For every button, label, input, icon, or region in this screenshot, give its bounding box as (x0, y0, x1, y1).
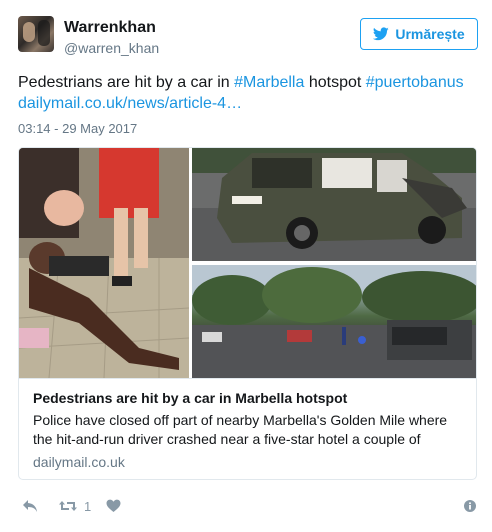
info-icon (464, 500, 476, 512)
reply-button[interactable] (22, 496, 38, 516)
twitter-bird-icon (373, 27, 390, 41)
like-icon (106, 499, 121, 512)
card-body[interactable]: Pedestrians are hit by a car in Marbella… (19, 378, 476, 479)
user-handle[interactable]: @warren_khan (64, 40, 159, 56)
user-name[interactable]: Warrenkhan (64, 19, 156, 37)
tweet-actions: 1 (18, 496, 478, 518)
photo-street-scene[interactable] (192, 265, 476, 378)
follow-label: Urmărește (395, 26, 465, 42)
card-domain: dailymail.co.uk (33, 454, 125, 470)
hashtag-link[interactable]: #puertobanus (366, 74, 464, 91)
tweet-header: Warrenkhan @warren_khan Urmărește (18, 16, 478, 60)
hashtag-link[interactable]: #Marbella (234, 74, 304, 91)
article-url-link[interactable]: dailymail.co.uk/news/article-4… (18, 95, 242, 112)
tweet-text-part: Pedestrians are hit by a car in (18, 74, 235, 91)
tweet-timestamp[interactable]: 03:14 - 29 May 2017 (18, 121, 137, 136)
like-button[interactable] (106, 496, 121, 516)
tweet-text-part: hotspot (304, 74, 366, 91)
tweet-text: Pedestrians are hit by a car in #Marbell… (18, 72, 478, 114)
card-title[interactable]: Pedestrians are hit by a car in Marbella… (33, 389, 462, 407)
retweet-button[interactable]: 1 (58, 496, 91, 516)
reply-icon (23, 500, 37, 512)
photo-wrecked-car[interactable] (192, 148, 476, 261)
avatar[interactable] (18, 16, 54, 52)
follow-button[interactable]: Urmărește (360, 18, 478, 50)
card-description: Police have closed off part of nearby Ma… (33, 412, 448, 447)
tweet: Warrenkhan @warren_khan Urmărește Pedest… (0, 0, 492, 532)
retweet-icon (59, 501, 77, 511)
retweet-count: 1 (84, 498, 92, 514)
card-photo-collage[interactable] (19, 148, 476, 378)
info-button[interactable] (464, 496, 476, 516)
photo-injured-pedestrian[interactable] (19, 148, 189, 378)
link-card[interactable]: Pedestrians are hit by a car in Marbella… (18, 147, 477, 480)
